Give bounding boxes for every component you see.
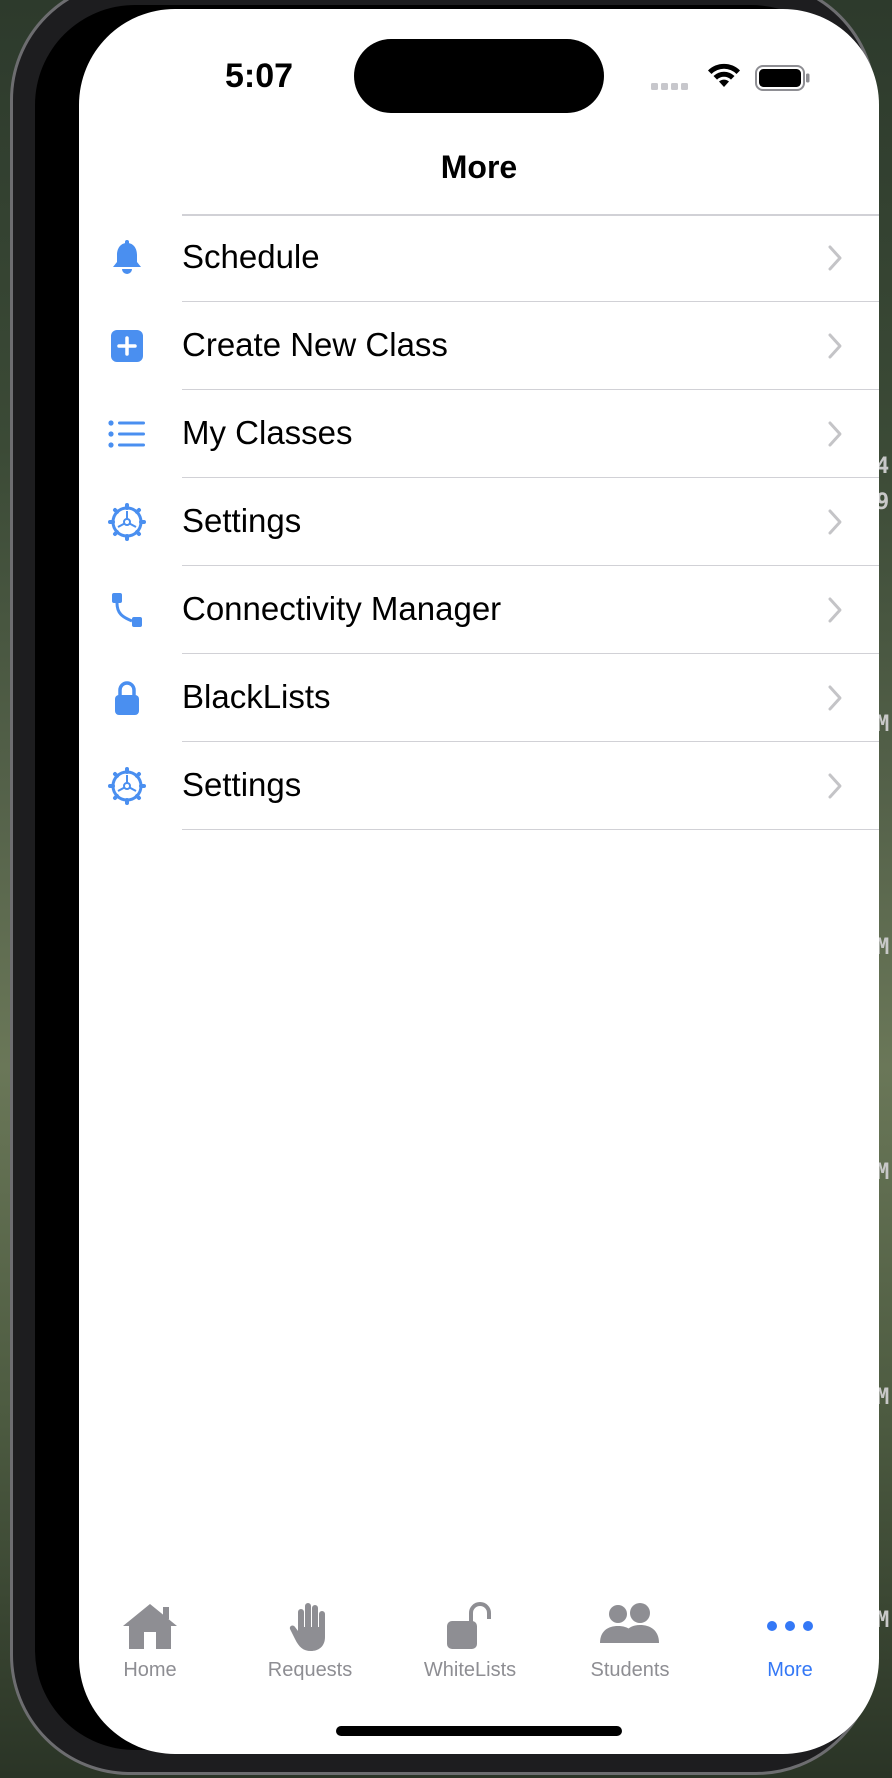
home-indicator[interactable] bbox=[336, 1726, 622, 1736]
menu-item-my-classes[interactable]: My Classes bbox=[79, 390, 879, 478]
menu-item-schedule[interactable]: Schedule bbox=[79, 214, 879, 302]
menu-item-label: Create New Class bbox=[182, 326, 448, 363]
wifi-icon bbox=[708, 63, 740, 87]
page-title: More bbox=[440, 149, 518, 185]
status-time: 5:07 bbox=[224, 57, 294, 95]
gear-icon bbox=[107, 502, 147, 542]
menu-item-settings-2[interactable]: Settings bbox=[79, 742, 879, 830]
chevron-right-icon bbox=[828, 685, 842, 711]
phone-bezel: 5:07 More Schedule Create New Class My C… bbox=[35, 5, 879, 1754]
tab-label: More bbox=[767, 1659, 813, 1681]
menu-item-blacklists[interactable]: BlackLists bbox=[79, 654, 879, 742]
tab-requests[interactable]: Requests bbox=[230, 1589, 390, 1689]
divider bbox=[182, 214, 879, 216]
tab-whitelists[interactable]: WhiteLists bbox=[390, 1589, 550, 1689]
chevron-right-icon bbox=[828, 509, 842, 535]
tab-label: Requests bbox=[267, 1659, 353, 1681]
chevron-right-icon bbox=[828, 333, 842, 359]
tab-more[interactable]: More bbox=[710, 1589, 870, 1689]
menu-item-label: BlackLists bbox=[182, 678, 331, 715]
menu-item-label: My Classes bbox=[182, 414, 353, 451]
hand-icon bbox=[289, 1603, 325, 1651]
tab-label: Home bbox=[123, 1659, 177, 1681]
chevron-right-icon bbox=[828, 421, 842, 447]
lock-icon bbox=[107, 678, 147, 718]
menu-item-connectivity-manager[interactable]: Connectivity Manager bbox=[79, 566, 879, 654]
unlocked-icon bbox=[447, 1602, 491, 1649]
people-icon bbox=[600, 1603, 659, 1643]
menu-item-label: Schedule bbox=[182, 238, 320, 275]
chevron-right-icon bbox=[828, 245, 842, 271]
connection-icon bbox=[107, 590, 147, 630]
tab-label: WhiteLists bbox=[423, 1659, 517, 1681]
ellipsis-icon bbox=[767, 1621, 813, 1631]
battery-icon bbox=[755, 65, 810, 91]
gear-icon bbox=[107, 766, 147, 806]
menu-item-label: Connectivity Manager bbox=[182, 590, 502, 627]
house-icon bbox=[123, 1604, 177, 1649]
app-screen: 5:07 More Schedule Create New Class My C… bbox=[79, 9, 879, 1754]
divider bbox=[182, 828, 879, 830]
menu-item-label: Settings bbox=[182, 502, 302, 539]
tab-label: Students bbox=[590, 1659, 670, 1681]
tab-home[interactable]: Home bbox=[79, 1589, 230, 1689]
status-bar: 5:07 bbox=[79, 9, 879, 129]
tab-students[interactable]: Students bbox=[550, 1589, 710, 1689]
dynamic-island bbox=[354, 39, 604, 113]
plus-square-icon bbox=[107, 326, 147, 366]
menu-item-settings[interactable]: Settings bbox=[79, 478, 879, 566]
bell-icon bbox=[107, 238, 147, 278]
cellular-signal-icon bbox=[651, 83, 688, 90]
menu-item-create-new-class[interactable]: Create New Class bbox=[79, 302, 879, 390]
menu-item-label: Settings bbox=[182, 766, 302, 803]
more-menu-list: Schedule Create New Class My Classes Set… bbox=[79, 214, 879, 830]
list-icon bbox=[107, 414, 147, 454]
chevron-right-icon bbox=[828, 773, 842, 799]
phone-frame: 5:07 More Schedule Create New Class My C… bbox=[10, 0, 879, 1775]
tab-bar: Home Requests WhiteLists Students More bbox=[79, 1589, 879, 1709]
chevron-right-icon bbox=[828, 597, 842, 623]
